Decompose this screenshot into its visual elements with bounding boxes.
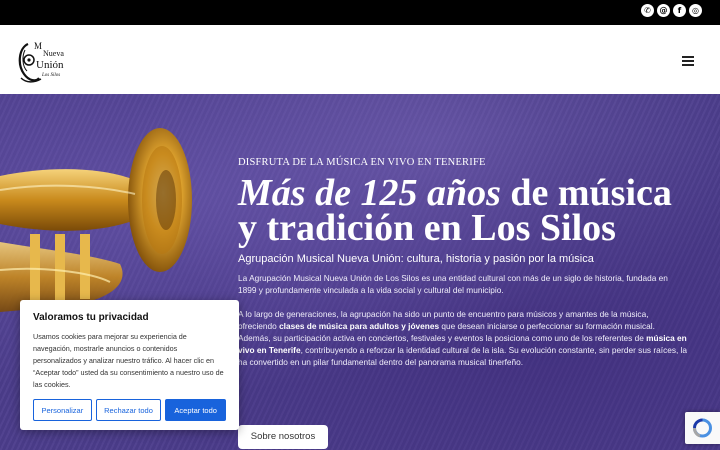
social-links: ✆ @ f ◎ [641,4,702,17]
hero-content: DISFRUTA DE LA MÚSICA EN VIVO EN TENERIF… [238,157,688,368]
facebook-icon[interactable]: f [673,4,686,17]
logo-text-nueva: Nueva [43,49,64,58]
hero-paragraph-activity: A lo largo de generaciones, la agrupació… [238,308,688,368]
logo-text-los-silos: Los Silos [41,73,60,78]
cookie-text: Usamos cookies para mejorar su experienc… [33,332,224,389]
hamburger-menu-icon[interactable] [682,56,694,66]
trumpet-image [0,128,192,312]
paragraph-highlight-classes: clases de música para adultos y jóvenes [279,321,440,331]
hero-title: Más de 125 años de música y tradición en… [238,174,688,247]
site-logo[interactable]: M Nueva Unión Los Silos [18,38,72,84]
paragraph-text: , contribuyendo a reforzar la identidad … [238,345,688,367]
email-icon[interactable]: @ [657,4,670,17]
hero-paragraph-history: La Agrupación Musical Nueva Unión de Los… [238,273,668,295]
recaptcha-badge[interactable] [685,412,720,444]
cookie-reject-button[interactable]: Rechazar todo [95,399,162,421]
hero-subtitle: Agrupación Musical Nueva Unión: cultura,… [238,253,594,265]
about-us-button[interactable]: Sobre nosotros [238,425,328,449]
cookie-customize-button[interactable]: Personalizar [33,399,92,421]
logo-text-m: M [34,41,42,51]
recaptcha-icon [693,418,712,438]
top-bar: ✆ @ f ◎ [0,0,720,25]
instagram-icon[interactable]: ◎ [689,4,702,17]
cookie-consent-banner: Valoramos tu privacidad Usamos cookies p… [20,300,239,430]
logo-text-union: Unión [36,59,64,71]
site-header: M Nueva Unión Los Silos [0,25,720,94]
cookie-accept-button[interactable]: Aceptar todo [165,399,226,421]
cookie-buttons: Personalizar Rechazar todo Aceptar todo [33,399,226,421]
cookie-title: Valoramos tu privacidad [33,312,149,323]
phone-icon[interactable]: ✆ [641,4,654,17]
hero-kicker: DISFRUTA DE LA MÚSICA EN VIVO EN TENERIF… [238,157,486,168]
